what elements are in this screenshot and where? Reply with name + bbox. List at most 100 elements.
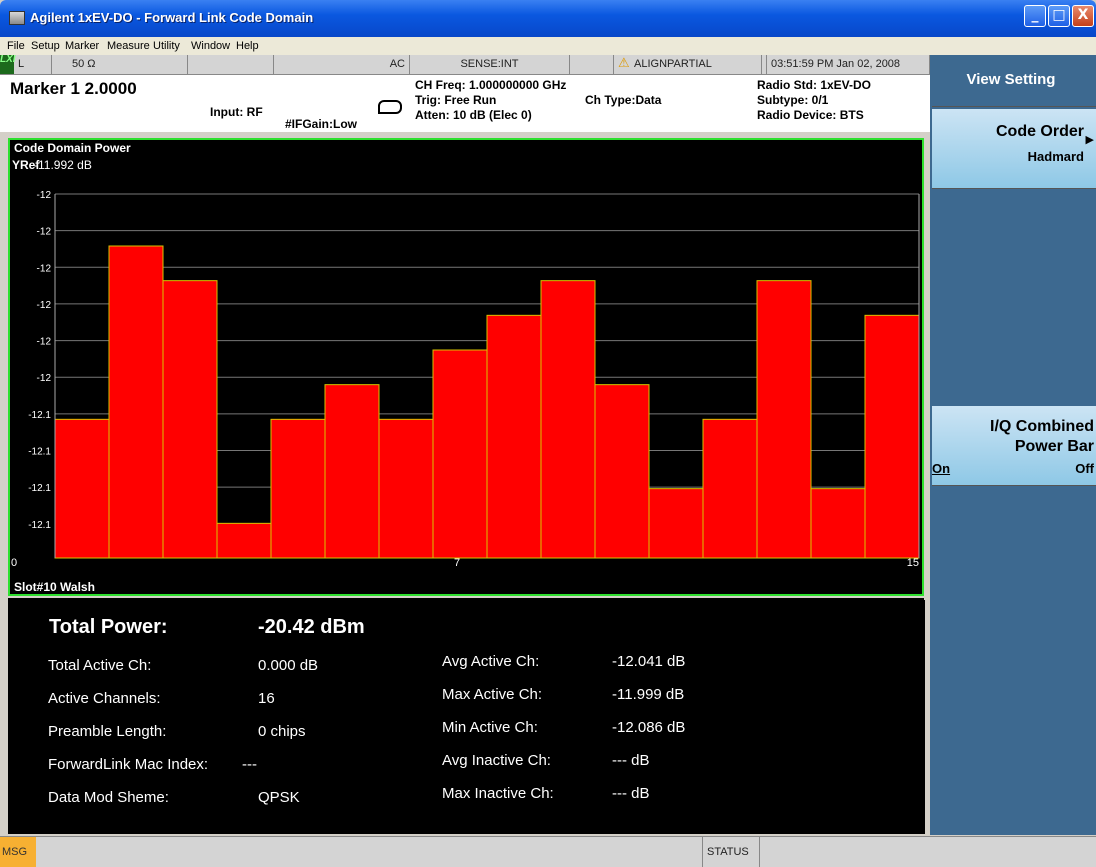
status-coupling: AC (274, 55, 410, 74)
y-tick-label: -12.1 (28, 410, 51, 421)
warning-icon: ⚠ (618, 56, 630, 71)
row-right-value: --- dB (612, 785, 650, 802)
ifgain-label: #IFGain:Low (285, 117, 357, 131)
status-indicator[interactable]: STATUS (702, 837, 760, 867)
bar (378, 418, 434, 559)
menu-window[interactable]: Window (191, 40, 230, 52)
slot-label: Slot#10 Walsh (14, 580, 95, 594)
code-order-softkey[interactable]: Code Order ▶ Hadmard (932, 109, 1096, 189)
iq-label-line2: Power Bar (1014, 438, 1094, 455)
bar-chart: -12 -12 -12 -12 -12 -12 -12.1 -12.1 -12.1 -12.1 0 7… (11, 190, 920, 569)
x-tick-label: 0 (11, 557, 17, 569)
bar (216, 522, 272, 559)
bar (108, 245, 164, 559)
bar (594, 384, 650, 559)
row-right-label: Max Active Ch: (442, 686, 543, 703)
subtype: Subtype: 0/1 (757, 93, 829, 107)
radio-std: Radio Std: 1xEV-DO (757, 78, 872, 92)
row-right-value: -12.041 dB (612, 653, 686, 670)
status-empty (188, 55, 274, 74)
x-tick-label: 7 (454, 557, 460, 569)
measurement-header: Marker 1 2.0000 Input: RF #IFGain:Low CH… (0, 75, 930, 132)
code-domain-plot[interactable]: -12 -12 -12 -12 -12 -12 -12.1 -12.1 -12.1 -12.1 0 7… (8, 138, 924, 596)
menu-bar: File Setup Marker Measure Utility Window… (0, 37, 1096, 55)
menu-file[interactable]: File (7, 40, 25, 52)
menu-marker[interactable]: Marker (65, 40, 99, 52)
bar (864, 314, 920, 559)
row-left-label: Active Channels: (48, 690, 161, 707)
y-tick-label: -12 (37, 190, 52, 201)
atten: Atten: 10 dB (Elec 0) (415, 108, 532, 122)
row-left-value: 0 chips (258, 723, 306, 740)
softkey-menu-title: View Setting (932, 57, 1096, 107)
row-left-label: ForwardLink Mac Index: (48, 756, 209, 773)
status-empty-2 (570, 55, 614, 74)
bar (54, 418, 110, 559)
bar (162, 280, 218, 559)
row-right-label: Max Inactive Ch: (442, 785, 554, 802)
bar (648, 488, 704, 559)
trig: Trig: Free Run (415, 93, 497, 107)
close-button[interactable]: X (1072, 5, 1094, 27)
menu-setup[interactable]: Setup (31, 40, 60, 52)
yref-value: -11.992 dB (34, 158, 92, 172)
bar (540, 280, 596, 559)
row-left-value: QPSK (258, 789, 300, 806)
status-strip: L 50 Ω AC SENSE:INT ⚠ ALIGNPARTIAL 03:51… (0, 55, 930, 75)
code-order-label: Code Order (995, 123, 1084, 140)
iq-combined-power-bar-softkey[interactable]: I/Q Combined Power Bar On Off (932, 406, 1096, 486)
row-right-label: Min Active Ch: (442, 719, 538, 736)
submenu-arrow-icon: ▶ (1085, 133, 1094, 146)
maximize-button[interactable]: □ (1048, 5, 1070, 27)
row-left-value: --- (242, 756, 257, 773)
bottom-status-bar: MSG STATUS (0, 836, 1096, 867)
app-window: { "window":{"title":"Agilent 1xEV-DO - F… (0, 0, 1096, 867)
softkey-panel: View Setting Code Order ▶ Hadmard I/Q Co… (930, 55, 1096, 835)
y-tick-label: -12 (37, 263, 52, 274)
title-bar: Agilent 1xEV-DO - Forward Link Code Doma… (0, 0, 1096, 37)
row-right-value: -11.999 dB (612, 686, 685, 703)
y-tick-label: -12 (37, 300, 52, 311)
minimize-button[interactable]: _ (1024, 5, 1046, 27)
bar (486, 314, 542, 559)
y-tick-label: -12.1 (28, 483, 51, 494)
row-left-value: 0.000 dB (258, 657, 319, 674)
ch-freq: CH Freq: 1.000000000 GHz (415, 78, 567, 92)
y-tick-label: -12.1 (28, 446, 51, 457)
status-impedance: 50 Ω (52, 55, 188, 74)
bar (756, 280, 812, 559)
row-left-label: Total Active Ch: (48, 657, 152, 674)
lxi-icon: LXI (0, 55, 16, 74)
y-tick-label: -12 (37, 373, 52, 384)
row-right-label: Avg Inactive Ch: (442, 752, 551, 769)
plot-title: Code Domain Power (14, 141, 131, 155)
bar (324, 384, 380, 559)
menu-help[interactable]: Help (236, 40, 259, 52)
msg-indicator[interactable]: MSG (0, 837, 36, 867)
status-sense: SENSE:INT (410, 55, 570, 74)
row-left-label: Data Mod Sheme: (48, 789, 169, 806)
y-tick-label: -12.1 (28, 520, 51, 531)
status-l: L (14, 55, 52, 74)
bar (432, 349, 488, 559)
iq-off-option: Off (1075, 461, 1094, 476)
total-power-value: -20.42 dBm (258, 616, 365, 638)
results-panel: Total Power: -20.42 dBm Total Active Ch:… (30, 600, 925, 834)
marker-readout[interactable]: Marker 1 2.0000 (10, 79, 137, 99)
input-label: Input: RF (210, 105, 263, 119)
row-left-value: 16 (258, 690, 275, 707)
menu-utility[interactable]: Utility (153, 40, 180, 52)
loop-icon (378, 100, 402, 114)
radio-device: Radio Device: BTS (757, 108, 864, 122)
app-icon (9, 11, 25, 25)
iq-on-option: On (932, 461, 951, 476)
status-align-text: ALIGNPARTIAL (634, 58, 712, 70)
total-power-label: Total Power: (49, 616, 168, 638)
row-left-label: Preamble Length: (48, 723, 167, 740)
row-right-value: --- dB (612, 752, 650, 769)
ch-type: Ch Type:Data (585, 93, 662, 107)
x-tick-label: 15 (907, 557, 919, 569)
menu-measure[interactable]: Measure (107, 40, 150, 52)
code-order-value: Hadmard (1027, 149, 1084, 164)
y-tick-label: -12 (37, 337, 52, 348)
